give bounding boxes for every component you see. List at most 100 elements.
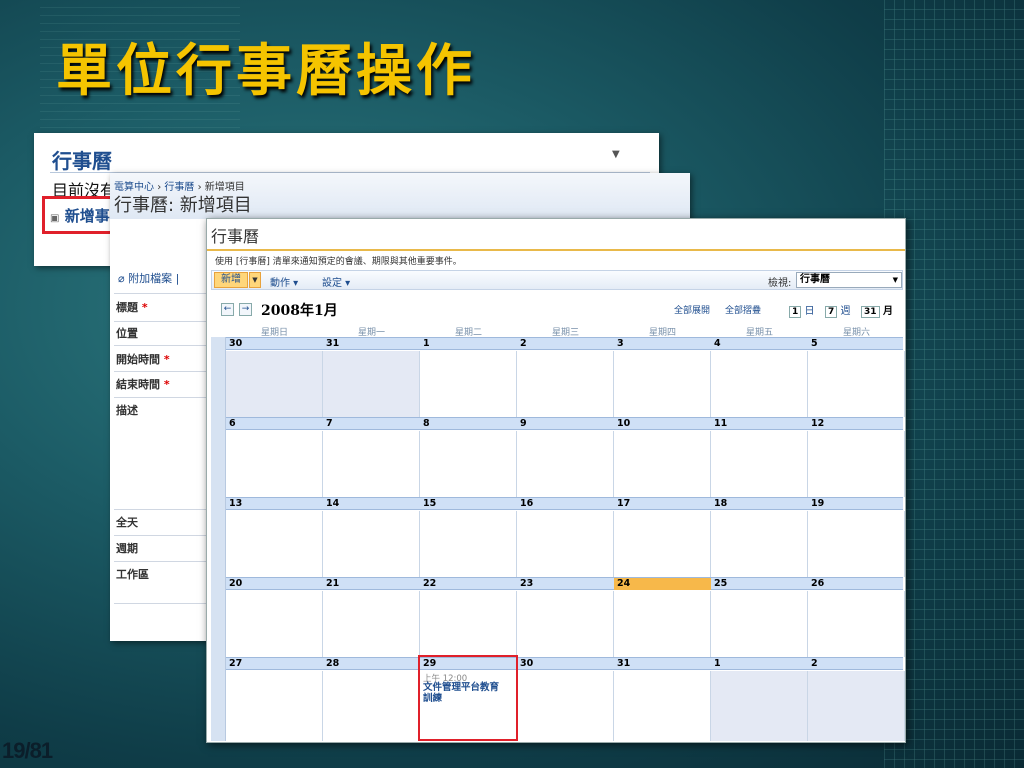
day-cell[interactable] xyxy=(323,351,420,417)
day-number-link[interactable]: 5 xyxy=(808,338,905,350)
day-number-link[interactable]: 12 xyxy=(808,418,905,430)
week-selector[interactable] xyxy=(211,577,226,657)
day-number-link[interactable]: 22 xyxy=(420,578,517,590)
day-cell[interactable] xyxy=(420,431,517,497)
view-select[interactable]: 行事曆 ▼ xyxy=(796,272,902,288)
day-cell[interactable] xyxy=(711,591,808,657)
day-cell[interactable] xyxy=(711,351,808,417)
day-view-button[interactable]: 1 日 xyxy=(789,302,814,318)
day-cell[interactable] xyxy=(226,351,323,417)
day-cell[interactable] xyxy=(711,511,808,577)
day-cell[interactable] xyxy=(517,351,614,417)
day-cell[interactable] xyxy=(226,671,323,741)
day-cell[interactable] xyxy=(614,511,711,577)
day-cell[interactable] xyxy=(420,351,517,417)
day-number-link[interactable]: 4 xyxy=(711,338,808,350)
day-cell[interactable] xyxy=(808,511,905,577)
day-number-link[interactable]: 31 xyxy=(614,658,711,670)
day-cell[interactable] xyxy=(808,671,905,741)
day-cell[interactable] xyxy=(808,591,905,657)
day-number-link[interactable]: 8 xyxy=(420,418,517,430)
day-cell[interactable] xyxy=(420,511,517,577)
day-number-link[interactable]: 19 xyxy=(808,498,905,510)
day-number-link[interactable]: 23 xyxy=(517,578,614,590)
field-divider xyxy=(114,345,214,346)
week-selector[interactable] xyxy=(211,417,226,497)
month-view-button[interactable]: 31 月 xyxy=(861,302,893,318)
day-number-link[interactable]: 24 xyxy=(614,578,711,590)
day-number-link[interactable]: 2 xyxy=(517,338,614,350)
settings-menu[interactable]: 設定 ▾ xyxy=(322,274,350,289)
chevron-down-icon[interactable]: ▼ xyxy=(249,272,261,288)
day-number-link[interactable]: 1 xyxy=(711,658,808,670)
day-number-link[interactable]: 2 xyxy=(808,658,905,670)
day-cell[interactable] xyxy=(323,591,420,657)
day-number-link[interactable]: 16 xyxy=(517,498,614,510)
event-highlight-box xyxy=(418,655,518,741)
day-cell[interactable] xyxy=(711,671,808,741)
day-cell[interactable] xyxy=(226,511,323,577)
day-cell[interactable] xyxy=(517,431,614,497)
week-selector[interactable] xyxy=(211,337,226,417)
collapse-all-link[interactable]: 全部摺疊 xyxy=(725,303,761,316)
day-view-label: 日 xyxy=(804,306,815,317)
new-button[interactable]: 新增 xyxy=(214,272,248,288)
day-number-link[interactable]: 1 xyxy=(420,338,517,350)
prev-month-button[interactable]: ← xyxy=(221,303,234,316)
day-number-link[interactable]: 7 xyxy=(323,418,420,430)
day-number-link[interactable]: 30 xyxy=(517,658,614,670)
day-number-link[interactable]: 30 xyxy=(226,338,323,350)
day-cell[interactable] xyxy=(517,671,614,741)
day-cell[interactable] xyxy=(226,431,323,497)
day-number-link[interactable]: 25 xyxy=(711,578,808,590)
day-cell[interactable] xyxy=(614,671,711,741)
day-number-link[interactable]: 28 xyxy=(323,658,420,670)
day-cell[interactable] xyxy=(808,431,905,497)
day-number-link[interactable]: 31 xyxy=(323,338,420,350)
expand-all-link[interactable]: 全部展開 xyxy=(674,303,710,316)
day-cell[interactable] xyxy=(614,431,711,497)
day-number-link[interactable]: 11 xyxy=(711,418,808,430)
day-cell[interactable] xyxy=(420,591,517,657)
day-number-link[interactable]: 26 xyxy=(808,578,905,590)
field-label-all-day: 全天 xyxy=(116,516,138,529)
day-cell[interactable] xyxy=(614,351,711,417)
field-divider xyxy=(114,509,214,510)
week-view-button[interactable]: 7 週 xyxy=(825,302,850,318)
actions-menu[interactable]: 動作 ▾ xyxy=(270,274,298,289)
day-cell[interactable] xyxy=(323,671,420,741)
day-number-link[interactable]: 9 xyxy=(517,418,614,430)
day-number-link[interactable]: 10 xyxy=(614,418,711,430)
field-divider xyxy=(114,397,214,398)
field-label-location: 位置 xyxy=(116,327,138,340)
required-marker: * xyxy=(163,378,170,391)
day-cell[interactable] xyxy=(711,431,808,497)
weekday-header: 星期三 xyxy=(551,328,579,338)
day-number-link[interactable]: 18 xyxy=(711,498,808,510)
day-cell[interactable] xyxy=(323,511,420,577)
day-number-link[interactable]: 21 xyxy=(323,578,420,590)
weekday-header: 星期四 xyxy=(648,328,676,338)
day-cell[interactable] xyxy=(323,431,420,497)
day-cell[interactable] xyxy=(808,351,905,417)
field-label-workspace: 工作區 xyxy=(116,568,149,581)
week-selector[interactable] xyxy=(211,657,226,741)
month-grid: 星期日 星期一 星期二 星期三 星期四 星期五 星期六 30 31 1 2 3 4 5 6 7 8 9 10 11 12… xyxy=(211,325,905,741)
day-number-link[interactable]: 3 xyxy=(614,338,711,350)
required-marker: * xyxy=(163,353,170,366)
day-number-link[interactable]: 14 xyxy=(323,498,420,510)
chevron-down-icon[interactable]: ▼ xyxy=(612,149,620,160)
day-cell[interactable] xyxy=(226,591,323,657)
next-month-button[interactable]: → xyxy=(239,303,252,316)
week-selector[interactable] xyxy=(211,497,226,577)
day-cell[interactable] xyxy=(517,511,614,577)
day-number-link[interactable]: 13 xyxy=(226,498,323,510)
day-number-link[interactable]: 27 xyxy=(226,658,323,670)
day-number-link[interactable]: 6 xyxy=(226,418,323,430)
day-cell[interactable] xyxy=(517,591,614,657)
day-cell[interactable] xyxy=(614,591,711,657)
day-number-link[interactable]: 17 xyxy=(614,498,711,510)
day-number-link[interactable]: 20 xyxy=(226,578,323,590)
attach-file-button[interactable]: ⌀ 附加檔案 | xyxy=(118,270,179,286)
day-number-link[interactable]: 15 xyxy=(420,498,517,510)
